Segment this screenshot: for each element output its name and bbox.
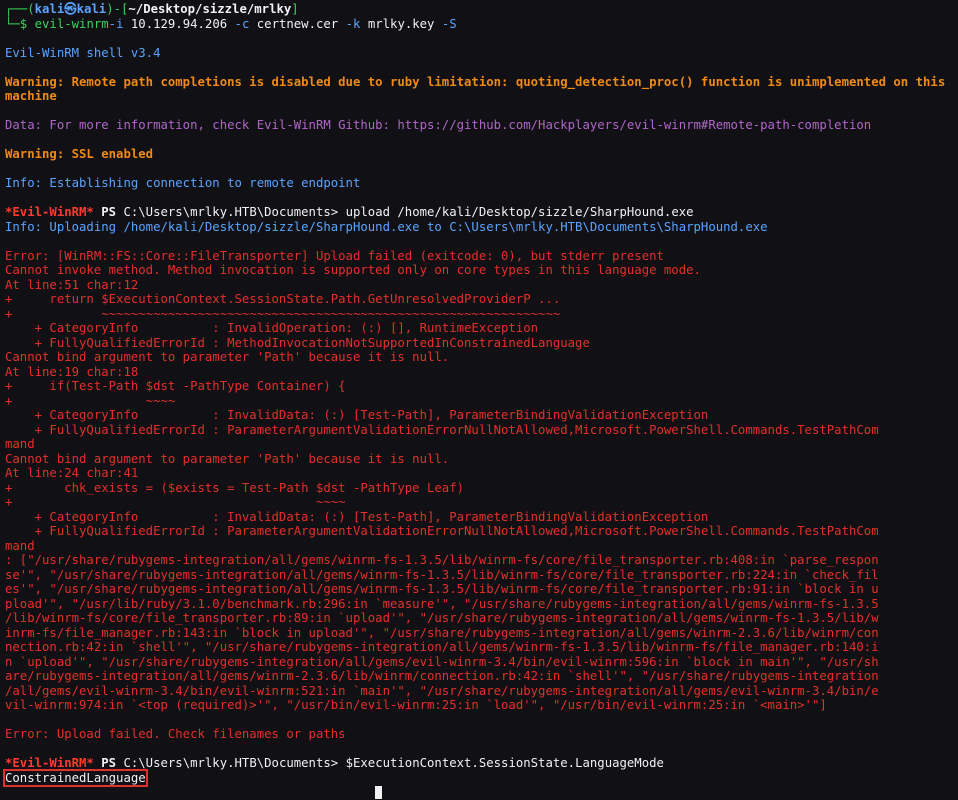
prompt-at-symbol: ㉿ <box>64 2 77 16</box>
error-line: pload'", "/usr/lib/ruby/3.1.0/benchmark.… <box>5 596 879 611</box>
error-line: + FullyQualifiedErrorId : ParameterArgum… <box>5 524 879 538</box>
error-line: + CategoryInfo : InvalidData: (:) [Test-… <box>5 509 709 524</box>
error-line: se'", "/usr/share/rubygems-integration/a… <box>5 567 879 582</box>
error-line: /all/gems/evil-winrm-3.4/bin/evil-winrm:… <box>5 683 879 698</box>
warning-ssl: Warning: SSL enabled <box>5 147 154 161</box>
error-line: Cannot invoke method. Method invocation … <box>5 263 701 277</box>
info-uploading: Info: Uploading /home/kali/Desktop/sizzl… <box>5 219 768 234</box>
command-arg-k: -k mrlky.key <box>345 16 442 31</box>
prompt-frame-top: ┌──( <box>5 2 35 16</box>
command-arg-c: -c certnew.cer <box>234 16 346 31</box>
ps-path: C:\Users\mrlky.HTB\Documents> <box>123 205 339 219</box>
ps-prompt-languagemode[interactable]: *Evil-WinRM* PS C:\Users\mrlky.HTB\Docum… <box>5 756 954 771</box>
prompt-frame-bottom: └─$ <box>5 16 35 31</box>
prompt-header: ┌──(kali㉿kali)-[~/Desktop/sizzle/mrlky] <box>5 2 954 17</box>
error-line: + CategoryInfo : InvalidData: (:) [Test-… <box>5 408 709 422</box>
error-line: : ["/usr/share/rubygems-integration/all/… <box>5 553 879 567</box>
error-line: mand <box>5 538 35 553</box>
error-line: inrm-fs/file_manager.rb:143:in `block in… <box>5 625 879 640</box>
error-output: Error: [WinRM::FS::Core::FileTransporter… <box>5 249 954 713</box>
data-info-text: Data: For more information, check Evil-W… <box>5 118 872 132</box>
command-arg-s: -S <box>441 16 457 31</box>
error-line: n `upload'", "/usr/share/rubygems-integr… <box>5 654 879 669</box>
error-line: At line:51 char:12 <box>5 277 139 292</box>
ps-path: C:\Users\mrlky.HTB\Documents> <box>123 756 339 770</box>
prompt-host: kali <box>76 2 107 16</box>
error-line: + ~~~~ <box>5 495 346 509</box>
ps-label: PS <box>93 205 124 219</box>
error-line: /lib/winrm-fs/core/file_transporter.rb:8… <box>5 611 879 625</box>
error-line: mand <box>5 437 35 451</box>
prompt-frame-end: ] <box>291 2 299 16</box>
ps-command: $ExecutionContext.SessionState.LanguageM… <box>338 756 664 770</box>
error-line: vil-winrm:974:in `<top (required)>'", "/… <box>5 698 827 712</box>
error-line: Cannot bind argument to parameter 'Path'… <box>5 451 450 466</box>
error-line: are/rubygems-integration/all/gems/winrm-… <box>5 669 879 683</box>
info-connecting: Info: Establishing connection to remote … <box>5 176 361 190</box>
ps-label: PS <box>93 756 124 770</box>
ps-command: upload /home/kali/Desktop/sizzle/SharpHo… <box>338 205 694 219</box>
error-line: + ~~~~ <box>5 393 176 408</box>
prompt-frame-mid: )-[ <box>106 2 129 16</box>
error-line: At line:19 char:18 <box>5 364 139 379</box>
error-line: + FullyQualifiedErrorId : ParameterArgum… <box>5 422 879 437</box>
error-line: + chk_exists = ($exists = Test-Path $dst… <box>5 480 465 495</box>
evil-winrm-tag: *Evil-WinRM* <box>5 756 94 770</box>
error-line: Error: [WinRM::FS::Core::FileTransporter… <box>5 248 664 263</box>
error-line: At line:24 char:41 <box>5 466 139 480</box>
input-cursor-line[interactable] <box>5 785 954 800</box>
banner-text: Evil-WinRM shell v3.4 <box>5 45 161 60</box>
error-line: + FullyQualifiedErrorId : MethodInvocati… <box>5 335 590 350</box>
command-line[interactable]: └─$ evil-winrm-i 10.129.94.206 -c certne… <box>5 17 954 32</box>
error-line: Cannot bind argument to parameter 'Path'… <box>5 350 450 364</box>
error-line: + ~~~~~~~~~~~~~~~~~~~~~~~~~~~~~~~~~~~~~~… <box>5 306 561 321</box>
prompt-user: kali <box>34 2 65 16</box>
ps-prompt-upload[interactable]: *Evil-WinRM* PS C:\Users\mrlky.HTB\Docum… <box>5 205 954 220</box>
command-name: evil-winrm <box>34 16 109 31</box>
text-cursor <box>375 786 382 799</box>
error-line: es'", "/usr/share/rubygems-integration/a… <box>5 582 879 596</box>
terminal-window[interactable]: ┌──(kali㉿kali)-[~/Desktop/sizzle/mrlky] … <box>0 0 958 799</box>
language-mode-result: ConstrainedLanguage <box>3 768 148 787</box>
prompt-path: ~/Desktop/sizzle/mrlky <box>128 2 292 16</box>
error-upload-failed: Error: Upload failed. Check filenames or… <box>5 727 346 741</box>
error-line: + if(Test-Path $dst -PathType Container)… <box>5 379 346 393</box>
evil-winrm-tag: *Evil-WinRM* <box>5 205 94 219</box>
command-arg-i: -i 10.129.94.206 <box>108 16 235 31</box>
error-line: nection.rb:42:in `shell'", "/usr/share/r… <box>5 640 879 654</box>
error-line: + CategoryInfo : InvalidOperation: (:) [… <box>5 321 539 335</box>
warning-remote-path: Warning: Remote path completions is disa… <box>5 74 953 104</box>
error-line: + return $ExecutionContext.SessionState.… <box>5 292 561 306</box>
